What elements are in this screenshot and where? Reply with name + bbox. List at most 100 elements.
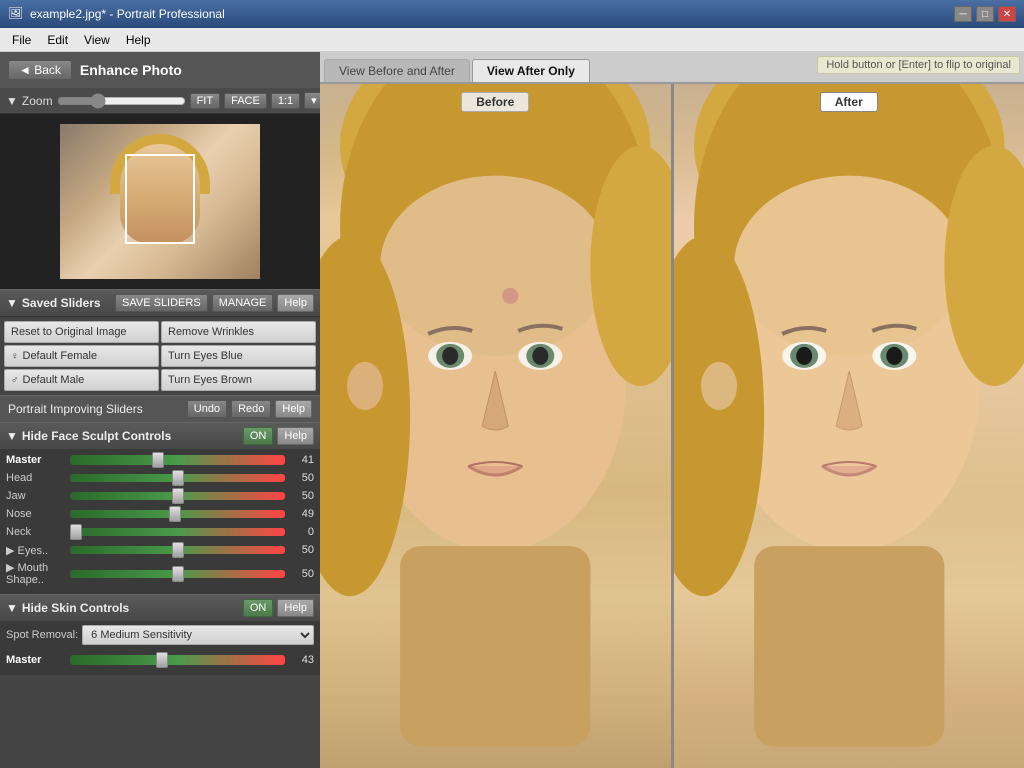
maximize-button[interactable]: □ bbox=[976, 6, 994, 22]
face-sculpt-header: ▼ Hide Face Sculpt Controls ON Help bbox=[0, 422, 320, 449]
spot-removal-label: Spot Removal: bbox=[6, 629, 78, 641]
preset-turn-eyes-brown-button[interactable]: Turn Eyes Brown bbox=[161, 369, 316, 391]
right-panel: View Before and After View After Only Ho… bbox=[320, 52, 1024, 768]
face-sculpt-help-button[interactable]: Help bbox=[277, 427, 314, 445]
undo-button[interactable]: Undo bbox=[187, 400, 227, 418]
menu-help[interactable]: Help bbox=[118, 31, 159, 49]
view-tabs: View Before and After View After Only Ho… bbox=[320, 52, 1024, 84]
zoom-slider[interactable] bbox=[57, 94, 186, 108]
panel-title: Enhance Photo bbox=[80, 62, 182, 78]
left-panel-scroll: ▼ Saved Sliders SAVE SLIDERS MANAGE Help… bbox=[0, 114, 320, 768]
skin-on-button[interactable]: ON bbox=[243, 599, 274, 617]
eyes-slider-value: 50 bbox=[289, 544, 314, 556]
back-button[interactable]: ◄ Back bbox=[8, 60, 72, 80]
face-sculpt-section: ▼ Hide Face Sculpt Controls ON Help Mast… bbox=[0, 422, 320, 594]
skin-master-label: Master bbox=[6, 654, 66, 666]
minimize-button[interactable]: ─ bbox=[954, 6, 972, 22]
save-sliders-button[interactable]: SAVE SLIDERS bbox=[115, 294, 208, 312]
jaw-slider-thumb[interactable] bbox=[172, 488, 184, 504]
eyes-expand-btn[interactable]: ▶ bbox=[6, 545, 18, 557]
mouth-slider-bg bbox=[70, 570, 285, 578]
skin-help-button[interactable]: Help bbox=[277, 599, 314, 617]
eyes-slider-track bbox=[70, 543, 285, 557]
zoom-menu-button[interactable]: ▾ bbox=[304, 92, 320, 109]
close-button[interactable]: ✕ bbox=[998, 6, 1016, 22]
panel-header: ◄ Back Enhance Photo bbox=[0, 52, 320, 88]
before-image bbox=[320, 84, 671, 768]
saved-sliders-header: ▼ Saved Sliders SAVE SLIDERS MANAGE Help bbox=[0, 289, 320, 317]
jaw-slider-bg bbox=[70, 492, 285, 500]
menu-edit[interactable]: Edit bbox=[39, 31, 76, 49]
skin-controls-header: ▼ Hide Skin Controls ON Help bbox=[0, 594, 320, 621]
default-male-label: Default Male bbox=[23, 374, 85, 386]
preset-turn-eyes-blue-button[interactable]: Turn Eyes Blue bbox=[161, 345, 316, 367]
reset-label: Reset to Original Image bbox=[11, 326, 127, 338]
after-label: After bbox=[820, 92, 878, 112]
head-slider-thumb[interactable] bbox=[172, 470, 184, 486]
app-icon: 🖼 bbox=[8, 6, 24, 22]
nose-slider-thumb[interactable] bbox=[169, 506, 181, 522]
mouth-slider-row: ▶ Mouth Shape.. 50 bbox=[6, 561, 314, 586]
skin-master-track bbox=[70, 653, 285, 667]
eyes-slider-thumb[interactable] bbox=[172, 542, 184, 558]
skin-sliders: Master 43 bbox=[0, 649, 320, 675]
turn-eyes-brown-label: Turn Eyes Brown bbox=[168, 374, 252, 386]
mouth-expand-btn[interactable]: ▶ bbox=[6, 562, 18, 574]
view-hint: Hold button or [Enter] to flip to origin… bbox=[817, 56, 1020, 74]
mouth-slider-thumb[interactable] bbox=[172, 566, 184, 582]
zoom-1to1-button[interactable]: 1:1 bbox=[271, 93, 300, 109]
zoom-face-button[interactable]: FACE bbox=[224, 93, 267, 109]
before-pane: Before bbox=[320, 84, 674, 768]
redo-button[interactable]: Redo bbox=[231, 400, 271, 418]
neck-slider-value: 0 bbox=[289, 526, 314, 538]
face-sculpt-on-button[interactable]: ON bbox=[243, 427, 274, 445]
eyes-slider-label: ▶ Eyes.. bbox=[6, 544, 66, 557]
neck-slider-track bbox=[70, 525, 285, 539]
saved-sliders-help-button[interactable]: Help bbox=[277, 294, 314, 312]
preset-remove-wrinkles-button[interactable]: Remove Wrinkles bbox=[161, 321, 316, 343]
after-face-svg bbox=[674, 84, 1024, 768]
window-controls: ─ □ ✕ bbox=[954, 6, 1016, 22]
master-slider-row: Master 41 bbox=[6, 453, 314, 467]
master-slider-track bbox=[70, 453, 285, 467]
jaw-slider-value: 50 bbox=[289, 490, 314, 502]
tab-before-after[interactable]: View Before and After bbox=[324, 59, 470, 82]
master-slider-bg bbox=[70, 455, 285, 465]
improving-buttons: Undo Redo Help bbox=[187, 400, 312, 418]
preset-default-female-button[interactable]: ♀ Default Female bbox=[4, 345, 159, 367]
mouth-slider-label: ▶ Mouth Shape.. bbox=[6, 561, 66, 586]
nose-slider-bg bbox=[70, 510, 285, 518]
remove-wrinkles-label: Remove Wrinkles bbox=[168, 326, 254, 338]
jaw-slider-row: Jaw 50 bbox=[6, 489, 314, 503]
spot-removal-select[interactable]: 6 Medium Sensitivity bbox=[82, 625, 314, 645]
menu-view[interactable]: View bbox=[76, 31, 118, 49]
tab-after-only[interactable]: View After Only bbox=[472, 59, 590, 82]
neck-slider-thumb[interactable] bbox=[70, 524, 82, 540]
nose-slider-row: Nose 49 bbox=[6, 507, 314, 521]
face-sculpt-title: ▼ Hide Face Sculpt Controls bbox=[6, 429, 171, 443]
preset-grid: Reset to Original Image Remove Wrinkles … bbox=[0, 317, 320, 395]
zoom-label: Zoom bbox=[22, 94, 53, 108]
improving-header: Portrait Improving Sliders Undo Redo Hel… bbox=[0, 395, 320, 422]
preset-default-male-button[interactable]: ♂ Default Male bbox=[4, 369, 159, 391]
male-icon: ♂ bbox=[11, 375, 19, 386]
zoom-fit-button[interactable]: FIT bbox=[190, 93, 221, 109]
female-icon: ♀ bbox=[11, 351, 19, 362]
portrait-help-button[interactable]: Help bbox=[275, 400, 312, 418]
master-slider-value: 41 bbox=[289, 454, 314, 466]
zoom-triangle: ▼ bbox=[6, 94, 18, 108]
nose-slider-track bbox=[70, 507, 285, 521]
menu-file[interactable]: File bbox=[4, 31, 39, 49]
skin-master-thumb[interactable] bbox=[156, 652, 168, 668]
master-slider-label: Master bbox=[6, 454, 66, 466]
saved-sliders-triangle: ▼ bbox=[6, 296, 18, 310]
skin-master-row: Master 43 bbox=[6, 653, 314, 667]
manage-button[interactable]: MANAGE bbox=[212, 294, 274, 312]
image-area: Before bbox=[320, 84, 1024, 768]
saved-sliders-buttons: SAVE SLIDERS MANAGE Help bbox=[115, 294, 314, 312]
saved-sliders-title: ▼ Saved Sliders bbox=[6, 296, 101, 310]
preset-reset-button[interactable]: Reset to Original Image bbox=[4, 321, 159, 343]
improving-title: Portrait Improving Sliders bbox=[8, 402, 143, 416]
master-slider-thumb[interactable] bbox=[152, 452, 164, 468]
skin-master-value: 43 bbox=[289, 654, 314, 666]
